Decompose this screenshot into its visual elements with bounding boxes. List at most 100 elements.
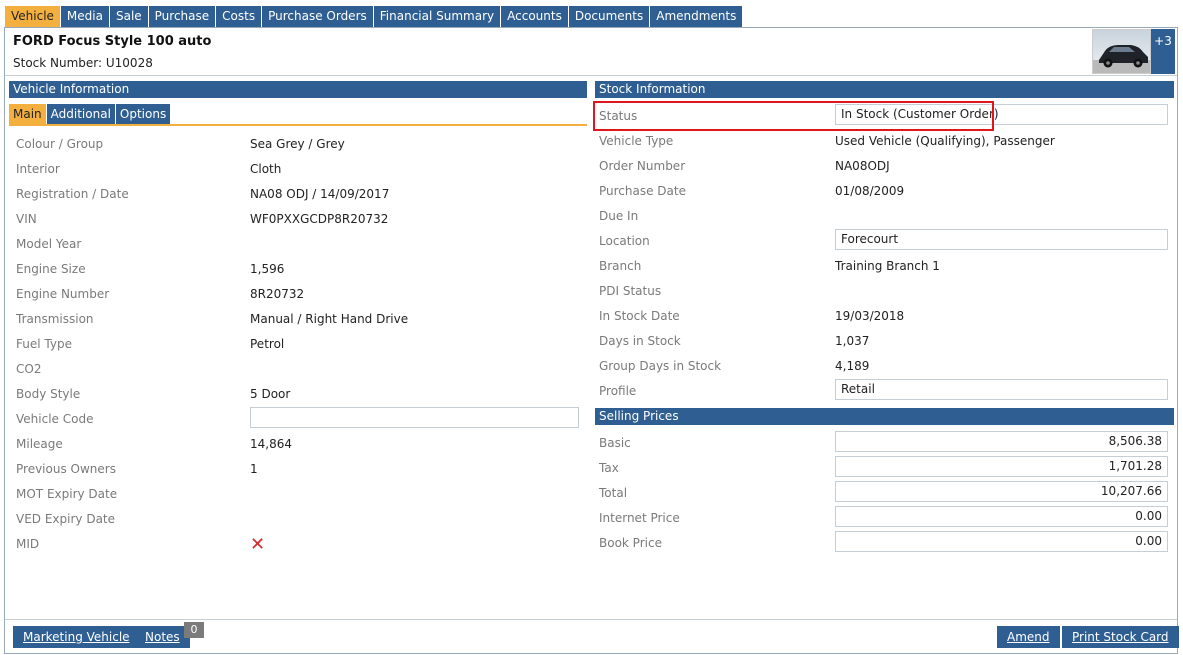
- field-book-price: Book Price 0.00: [599, 531, 1169, 561]
- field-label: Tax: [599, 461, 619, 475]
- tax-field[interactable]: 1,701.28: [835, 456, 1168, 477]
- field-order-number: Order Number NA08ODJ: [599, 159, 1169, 184]
- field-label: Colour / Group: [16, 137, 104, 151]
- tab-costs[interactable]: Costs: [216, 6, 263, 27]
- field-label: PDI Status: [599, 284, 662, 298]
- footer-divider: [5, 619, 1177, 620]
- tab-amendments[interactable]: Amendments: [650, 6, 744, 27]
- mid-cross-icon: ✕: [250, 534, 266, 555]
- field-label: Purchase Date: [599, 184, 686, 198]
- field-value: 01/08/2009: [835, 184, 905, 198]
- field-location: Location Forecourt: [599, 229, 1169, 259]
- status-highlight-box: [593, 101, 994, 131]
- field-mid: MID ✕: [16, 534, 586, 562]
- field-value: 19/03/2018: [835, 309, 905, 323]
- field-label: Mileage: [16, 437, 63, 451]
- field-value: Sea Grey / Grey: [250, 137, 345, 151]
- field-label: Internet Price: [599, 511, 680, 525]
- field-engine-number: Engine Number 8R20732: [16, 287, 586, 312]
- field-ved-expiry: VED Expiry Date: [16, 512, 586, 537]
- field-value: 1,596: [250, 262, 285, 276]
- field-label: Book Price: [599, 536, 662, 550]
- field-days-in-stock: Days in Stock 1,037: [599, 334, 1169, 359]
- stock-number: Stock Number: U10028: [13, 56, 153, 70]
- field-colour: Colour / Group Sea Grey / Grey: [16, 137, 586, 162]
- field-label: Engine Size: [16, 262, 86, 276]
- field-label: MOT Expiry Date: [16, 487, 118, 501]
- tab-sale[interactable]: Sale: [109, 6, 149, 27]
- field-value: Cloth: [250, 162, 282, 176]
- tab-purchase[interactable]: Purchase: [148, 6, 217, 27]
- field-label: Location: [599, 234, 650, 248]
- field-mot-expiry: MOT Expiry Date: [16, 487, 586, 512]
- field-label: Branch: [599, 259, 642, 273]
- tab-financial-summary[interactable]: Financial Summary: [373, 6, 502, 27]
- field-label: Model Year: [16, 237, 82, 251]
- field-label: Due In: [599, 209, 639, 223]
- vehicle-information-header: Vehicle Information: [9, 81, 587, 98]
- field-value: NA08ODJ: [835, 159, 890, 173]
- field-vin: VIN WF0PXXGCDP8R20732: [16, 212, 586, 237]
- notes-button[interactable]: Notes: [135, 626, 190, 648]
- field-vehicle-type: Vehicle Type Used Vehicle (Qualifying), …: [599, 134, 1169, 159]
- field-value: 1,037: [835, 334, 870, 348]
- field-value: 4,189: [835, 359, 870, 373]
- tab-documents[interactable]: Documents: [568, 6, 651, 27]
- vehicle-thumbnail[interactable]: [1092, 29, 1151, 74]
- field-label: Interior: [16, 162, 60, 176]
- book-price-field[interactable]: 0.00: [835, 531, 1168, 552]
- field-value: Manual / Right Hand Drive: [250, 312, 409, 326]
- field-label: Days in Stock: [599, 334, 681, 348]
- tab-purchase-orders[interactable]: Purchase Orders: [262, 6, 374, 27]
- field-label: Vehicle Code: [16, 412, 94, 426]
- more-images-badge[interactable]: +3: [1151, 29, 1175, 74]
- tab-media[interactable]: Media: [60, 6, 110, 27]
- subtab-additional[interactable]: Additional: [46, 104, 116, 125]
- print-stock-card-button[interactable]: Print Stock Card: [1062, 626, 1179, 648]
- field-label: In Stock Date: [599, 309, 680, 323]
- field-previous-owners: Previous Owners 1: [16, 462, 586, 487]
- field-value: 1: [250, 462, 258, 476]
- field-registration: Registration / Date NA08 ODJ / 14/09/201…: [16, 187, 586, 212]
- field-mileage: Mileage 14,864: [16, 437, 586, 462]
- field-label: Engine Number: [16, 287, 110, 301]
- tab-vehicle[interactable]: Vehicle: [5, 6, 61, 27]
- vehicle-title: FORD Focus Style 100 auto: [13, 34, 212, 49]
- field-label: Basic: [599, 436, 631, 450]
- field-in-stock-date: In Stock Date 19/03/2018: [599, 309, 1169, 334]
- subtab-main[interactable]: Main: [9, 104, 47, 125]
- field-fuel-type: Fuel Type Petrol: [16, 337, 586, 362]
- field-label: Registration / Date: [16, 187, 129, 201]
- field-pdi-status: PDI Status: [599, 284, 1169, 309]
- total-price-field[interactable]: 10,207.66: [835, 481, 1168, 502]
- vehicle-subtab-bar: Main Additional Options: [9, 104, 172, 125]
- marketing-vehicle-button[interactable]: Marketing Vehicle: [13, 626, 140, 648]
- field-co2: CO2: [16, 362, 586, 387]
- field-transmission: Transmission Manual / Right Hand Drive: [16, 312, 586, 337]
- internet-price-field[interactable]: 0.00: [835, 506, 1168, 527]
- field-value: 14,864: [250, 437, 292, 451]
- tab-accounts[interactable]: Accounts: [501, 6, 569, 27]
- field-profile: Profile Retail: [599, 379, 1169, 409]
- field-label: CO2: [16, 362, 42, 376]
- subtab-options[interactable]: Options: [115, 104, 172, 125]
- vehicle-code-input[interactable]: [250, 407, 579, 428]
- stock-information-header: Stock Information: [595, 81, 1174, 98]
- field-value: WF0PXXGCDP8R20732: [250, 212, 389, 226]
- field-vehicle-code: Vehicle Code: [16, 407, 586, 437]
- amend-button[interactable]: Amend: [997, 626, 1060, 648]
- field-value: Petrol: [250, 337, 285, 351]
- field-value: Used Vehicle (Qualifying), Passenger: [835, 134, 1055, 148]
- field-label: Fuel Type: [16, 337, 72, 351]
- basic-price-field[interactable]: 8,506.38: [835, 431, 1168, 452]
- location-field[interactable]: Forecourt: [835, 229, 1168, 250]
- field-interior: Interior Cloth: [16, 162, 586, 187]
- field-label: Total: [599, 486, 628, 500]
- field-value: 5 Door: [250, 387, 291, 401]
- profile-field[interactable]: Retail: [835, 379, 1168, 400]
- field-label: Order Number: [599, 159, 686, 173]
- field-label: VIN: [16, 212, 37, 226]
- field-purchase-date: Purchase Date 01/08/2009: [599, 184, 1169, 209]
- header-divider: [5, 75, 1177, 76]
- field-model-year: Model Year: [16, 237, 586, 262]
